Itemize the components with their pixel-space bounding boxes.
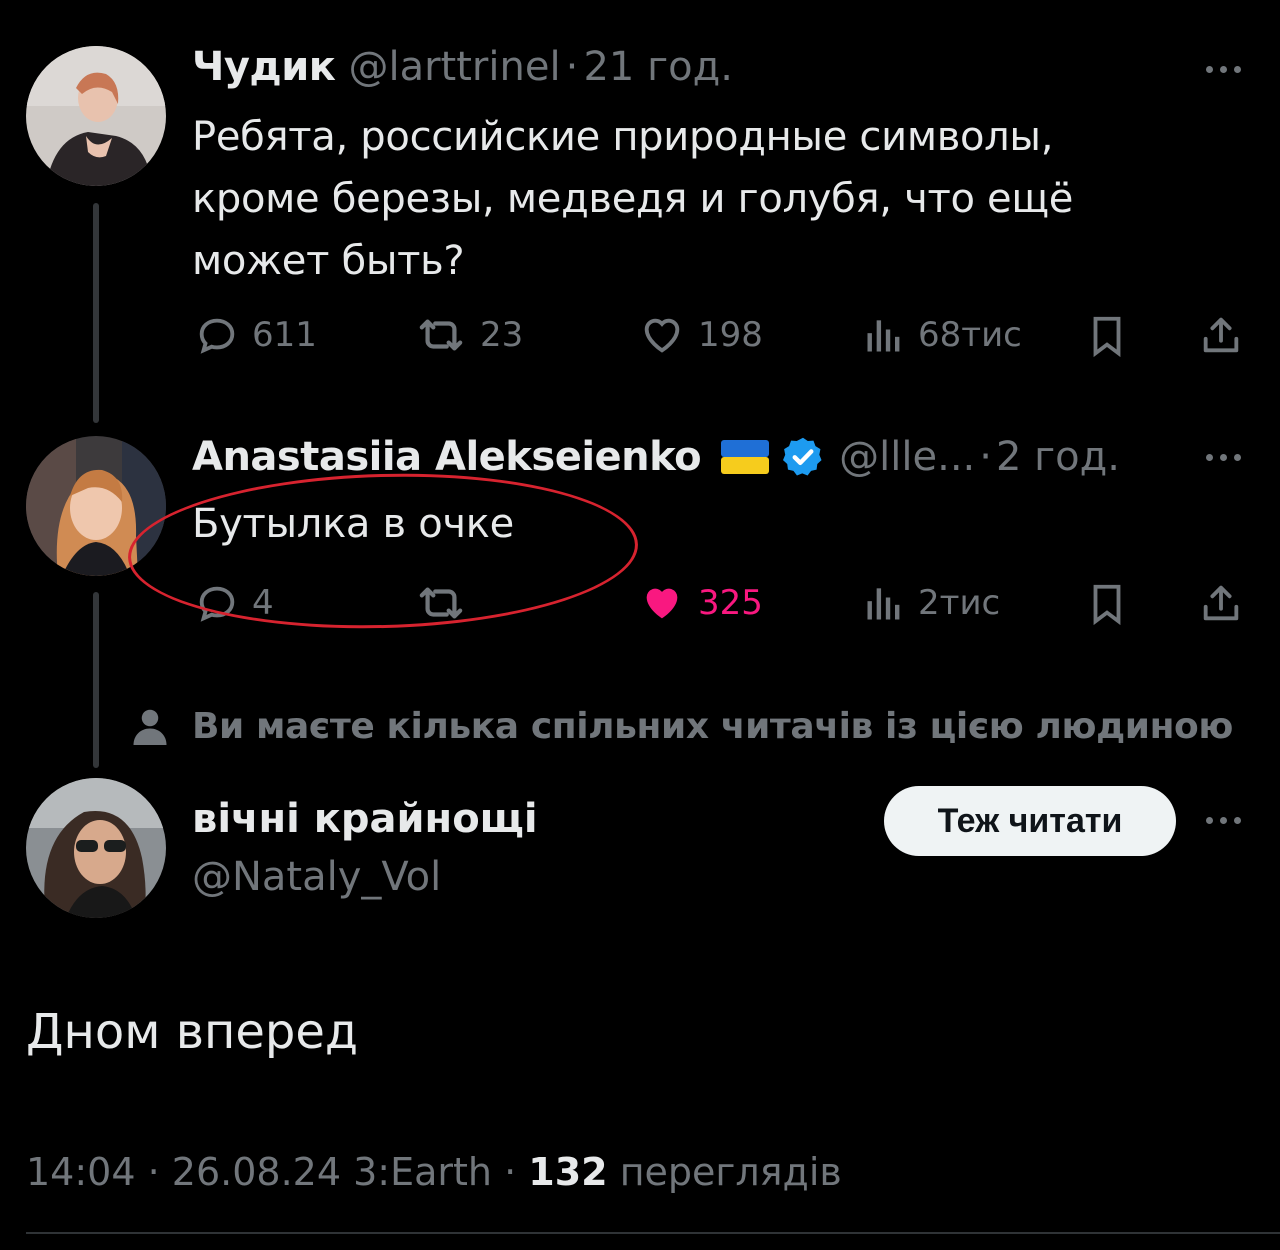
heart-filled-icon bbox=[646, 588, 678, 619]
like-count: 198 bbox=[698, 315, 763, 355]
social-context: Ви маєте кілька спільних читачів із цією… bbox=[132, 706, 1233, 747]
follow-button[interactable]: Теж читати bbox=[884, 786, 1176, 856]
handle[interactable]: @larttrinel bbox=[348, 44, 560, 90]
share-icon bbox=[1203, 585, 1239, 621]
verified-badge-icon bbox=[783, 437, 822, 476]
reply-count: 611 bbox=[252, 315, 317, 355]
ukraine-flag-icon bbox=[721, 440, 770, 474]
divider bbox=[26, 1232, 1280, 1234]
repost-button[interactable] bbox=[414, 580, 480, 626]
thread-line bbox=[93, 203, 99, 423]
bookmark-icon bbox=[1093, 584, 1121, 626]
bookmark-button[interactable] bbox=[1084, 580, 1130, 628]
main-tweet-text: Дном вперед bbox=[26, 1004, 359, 1060]
like-count: 325 bbox=[698, 583, 763, 623]
tweet-meta: 14:04 · 26.08.24 3:Earth · 132 перегляді… bbox=[26, 1150, 842, 1194]
more-options-icon[interactable] bbox=[1206, 454, 1241, 461]
share-icon bbox=[1203, 317, 1239, 353]
tweet2-text: Бутылка в очке bbox=[192, 501, 514, 547]
tweet-date[interactable]: 26.08.24 bbox=[172, 1150, 341, 1194]
tweet1-header: Чудик @larttrinel · 21 год. bbox=[192, 44, 733, 90]
repost-icon bbox=[419, 319, 463, 351]
reply-icon bbox=[199, 318, 235, 354]
tweet-time[interactable]: 14:04 bbox=[26, 1150, 136, 1194]
views-icon bbox=[867, 320, 900, 352]
tweet1-text-line: Ребята, российские природные символы, bbox=[192, 114, 1054, 160]
views-count: 68тис bbox=[918, 315, 1022, 355]
thread-line bbox=[93, 592, 99, 768]
views-count: 2тис bbox=[918, 583, 1001, 623]
handle[interactable]: @llle... bbox=[839, 434, 975, 480]
like-button-active[interactable]: 325 bbox=[638, 580, 763, 626]
repost-icon bbox=[419, 587, 463, 619]
repost-button[interactable]: 23 bbox=[414, 312, 523, 358]
avatar-nataly[interactable] bbox=[26, 778, 166, 918]
reply-button[interactable]: 4 bbox=[194, 580, 274, 626]
repost-count: 23 bbox=[480, 315, 524, 355]
views-button[interactable]: 2тис bbox=[862, 580, 1000, 626]
tweet-source: 3:Earth bbox=[353, 1150, 492, 1194]
main-display-name[interactable]: вічні крайнощі bbox=[192, 796, 538, 842]
display-name[interactable]: Чудик bbox=[192, 44, 336, 90]
views-label: переглядів bbox=[619, 1150, 842, 1194]
heart-icon bbox=[644, 318, 680, 353]
more-options-icon[interactable] bbox=[1206, 817, 1241, 824]
timestamp[interactable]: 2 год. bbox=[996, 434, 1120, 480]
views-count: 132 bbox=[528, 1150, 608, 1194]
avatar-anastasiia[interactable] bbox=[26, 436, 166, 576]
separator: · bbox=[979, 434, 992, 480]
tweet2-header: Anastasiia Alekseienko @llle... · 2 год. bbox=[192, 434, 1120, 480]
display-name[interactable]: Anastasiia Alekseienko bbox=[192, 434, 702, 480]
social-context-text: Ви маєте кілька спільних читачів із цією… bbox=[192, 706, 1233, 747]
bookmark-icon bbox=[1093, 316, 1121, 358]
tweet1-text: Ребята, российские природные символы, кр… bbox=[192, 106, 1073, 292]
like-button[interactable]: 198 bbox=[638, 312, 763, 358]
views-icon bbox=[867, 588, 900, 620]
separator: · bbox=[504, 1150, 517, 1194]
reply-count: 4 bbox=[252, 583, 274, 623]
bookmark-button[interactable] bbox=[1084, 312, 1130, 360]
share-button[interactable] bbox=[1198, 312, 1244, 358]
share-button[interactable] bbox=[1198, 580, 1244, 626]
main-handle[interactable]: @Nataly_Vol bbox=[192, 854, 441, 900]
more-options-icon[interactable] bbox=[1206, 66, 1241, 73]
avatar-chudik[interactable] bbox=[26, 46, 166, 186]
views-button[interactable]: 68тис bbox=[862, 312, 1022, 358]
separator: · bbox=[565, 44, 579, 90]
tweet1-text-line: может быть? bbox=[192, 238, 465, 284]
tweet1-text-line: кроме березы, медведя и голубя, что ещё bbox=[192, 176, 1074, 222]
reply-button[interactable]: 611 bbox=[194, 312, 317, 358]
reply-icon bbox=[199, 586, 235, 622]
timestamp[interactable]: 21 год. bbox=[583, 44, 732, 90]
person-icon bbox=[133, 709, 167, 745]
separator: · bbox=[147, 1150, 160, 1194]
